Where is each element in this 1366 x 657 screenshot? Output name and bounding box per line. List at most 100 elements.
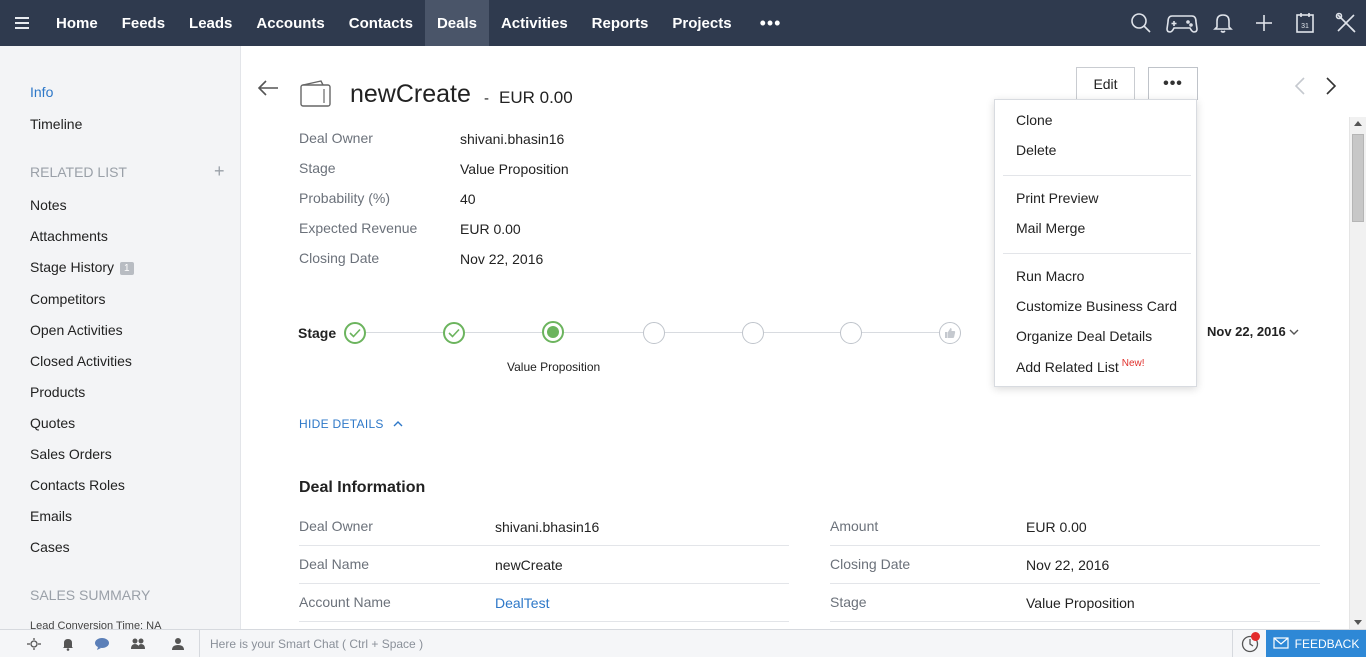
stage-step-done[interactable] bbox=[443, 322, 465, 344]
next-record-icon[interactable] bbox=[1325, 76, 1337, 101]
sidebar-item-attachments[interactable]: Attachments bbox=[30, 228, 108, 244]
nav-more-button[interactable]: ••• bbox=[744, 0, 798, 46]
gamepad-icon[interactable] bbox=[1161, 0, 1202, 46]
field-label: Closing Date bbox=[830, 556, 911, 572]
nav-contacts[interactable]: Contacts bbox=[337, 0, 425, 46]
smart-chat-input[interactable]: Here is your Smart Chat ( Ctrl + Space ) bbox=[210, 637, 423, 651]
scroll-thumb[interactable] bbox=[1352, 134, 1364, 222]
menu-divider bbox=[1003, 175, 1191, 176]
nav-feeds[interactable]: Feeds bbox=[110, 0, 177, 46]
stage-date-text: Nov 22, 2016 bbox=[1207, 324, 1286, 339]
bell-icon[interactable] bbox=[58, 635, 78, 653]
sidebar-item-products[interactable]: Products bbox=[30, 384, 85, 400]
field-value: EUR 0.00 bbox=[1026, 519, 1087, 535]
summary-label: Probability (%) bbox=[299, 190, 391, 206]
record-amount: EUR 0.00 bbox=[499, 88, 573, 107]
person-icon[interactable] bbox=[168, 635, 188, 653]
stage-current-label: Value Proposition bbox=[507, 360, 601, 374]
menu-divider bbox=[1003, 253, 1191, 254]
bell-icon[interactable] bbox=[1202, 0, 1243, 46]
sidebar-item-quotes[interactable]: Quotes bbox=[30, 415, 75, 431]
sidebar-item-contacts-roles[interactable]: Contacts Roles bbox=[30, 477, 125, 493]
related-list-header: RELATED LIST bbox=[30, 164, 127, 180]
calendar-icon[interactable]: 31 bbox=[1284, 0, 1325, 46]
summary-value: Value Proposition bbox=[460, 161, 569, 177]
menu-item-label: Add Related List bbox=[1016, 359, 1119, 375]
sidebar-item-sales-orders[interactable]: Sales Orders bbox=[30, 446, 112, 462]
sidebar-item-closed-activities[interactable]: Closed Activities bbox=[30, 353, 132, 369]
divider bbox=[199, 630, 200, 657]
hamburger-icon[interactable] bbox=[0, 0, 44, 46]
stage-step-pending[interactable] bbox=[742, 322, 764, 344]
sales-summary-header: SALES SUMMARY bbox=[30, 587, 151, 603]
hide-details-link[interactable]: HIDE DETAILS bbox=[299, 417, 403, 431]
field-value: newCreate bbox=[495, 557, 563, 573]
bottom-bar: Here is your Smart Chat ( Ctrl + Space )… bbox=[0, 629, 1366, 657]
top-nav: Home Feeds Leads Accounts Contacts Deals… bbox=[0, 0, 1366, 46]
notification-dot bbox=[1251, 632, 1260, 641]
edit-button[interactable]: Edit bbox=[1076, 67, 1135, 100]
previous-record-icon[interactable] bbox=[1294, 76, 1306, 101]
stage-step-pending[interactable] bbox=[643, 322, 665, 344]
info-row: Deal Name newCreate bbox=[299, 546, 789, 584]
chat-icon[interactable] bbox=[92, 635, 112, 653]
sidebar-item-cases[interactable]: Cases bbox=[30, 539, 70, 555]
tools-icon[interactable] bbox=[1325, 0, 1366, 46]
nav-home[interactable]: Home bbox=[44, 0, 110, 46]
sidebar-item-timeline[interactable]: Timeline bbox=[30, 116, 82, 132]
settings-icon[interactable] bbox=[24, 635, 44, 653]
search-icon[interactable] bbox=[1120, 0, 1161, 46]
add-related-list-icon[interactable]: + bbox=[214, 161, 225, 182]
stage-step-done[interactable] bbox=[344, 322, 366, 344]
summary-value: 40 bbox=[460, 191, 476, 207]
sidebar-item-stage-history[interactable]: Stage History 1 bbox=[30, 259, 134, 275]
sidebar-item-open-activities[interactable]: Open Activities bbox=[30, 322, 123, 338]
summary-label: Closing Date bbox=[299, 250, 380, 266]
svg-text:31: 31 bbox=[1301, 23, 1309, 30]
menu-item-add-related-list[interactable]: Add Related List New! bbox=[1016, 358, 1145, 375]
plus-icon[interactable] bbox=[1243, 0, 1284, 46]
menu-item-delete[interactable]: Delete bbox=[1016, 142, 1056, 158]
nav-accounts[interactable]: Accounts bbox=[244, 0, 336, 46]
summary-value: Nov 22, 2016 bbox=[460, 251, 544, 267]
more-actions-button[interactable]: ••• bbox=[1148, 67, 1198, 100]
account-name-link[interactable]: DealTest bbox=[495, 595, 549, 611]
menu-item-clone[interactable]: Clone bbox=[1016, 112, 1053, 128]
menu-item-mail-merge[interactable]: Mail Merge bbox=[1016, 220, 1085, 236]
vertical-scrollbar[interactable] bbox=[1349, 117, 1366, 629]
divider bbox=[1232, 630, 1233, 657]
mail-icon bbox=[1273, 636, 1289, 652]
scroll-up-arrow[interactable] bbox=[1354, 121, 1362, 126]
back-arrow-icon[interactable] bbox=[257, 80, 279, 101]
feedback-button[interactable]: FEEDBACK bbox=[1266, 630, 1366, 657]
nav-projects[interactable]: Projects bbox=[660, 0, 743, 46]
menu-item-customize-business-card[interactable]: Customize Business Card bbox=[1016, 298, 1177, 314]
chevron-down-icon bbox=[1289, 324, 1299, 339]
stage-step-current[interactable] bbox=[542, 321, 564, 343]
hide-details-label: HIDE DETAILS bbox=[299, 417, 384, 431]
info-row: Stage Value Proposition bbox=[830, 584, 1320, 622]
nav-activities[interactable]: Activities bbox=[489, 0, 580, 46]
nav-reports[interactable]: Reports bbox=[580, 0, 661, 46]
field-label: Account Name bbox=[299, 594, 391, 610]
nav-deals[interactable]: Deals bbox=[424, 0, 489, 46]
menu-item-organize-deal-details[interactable]: Organize Deal Details bbox=[1016, 328, 1152, 344]
title-separator: - bbox=[484, 90, 489, 107]
summary-label: Deal Owner bbox=[299, 130, 373, 146]
sidebar-item-info[interactable]: Info bbox=[30, 84, 53, 100]
field-value: Value Proposition bbox=[1026, 595, 1135, 611]
sidebar-item-emails[interactable]: Emails bbox=[30, 508, 72, 524]
scroll-down-arrow[interactable] bbox=[1354, 620, 1362, 625]
stage-step-pending[interactable] bbox=[840, 322, 862, 344]
sidebar-item-competitors[interactable]: Competitors bbox=[30, 291, 105, 307]
menu-item-run-macro[interactable]: Run Macro bbox=[1016, 268, 1084, 284]
nav-leads[interactable]: Leads bbox=[177, 0, 244, 46]
sidebar-item-notes[interactable]: Notes bbox=[30, 197, 67, 213]
info-row: Deal Owner shivani.bhasin16 bbox=[299, 508, 789, 546]
users-icon[interactable] bbox=[128, 635, 148, 653]
wallet-icon bbox=[300, 80, 332, 113]
menu-item-print-preview[interactable]: Print Preview bbox=[1016, 190, 1098, 206]
summary-label: Expected Revenue bbox=[299, 220, 418, 236]
thumbs-up-icon[interactable] bbox=[939, 322, 961, 344]
stage-date[interactable]: Nov 22, 2016 bbox=[1207, 324, 1299, 339]
